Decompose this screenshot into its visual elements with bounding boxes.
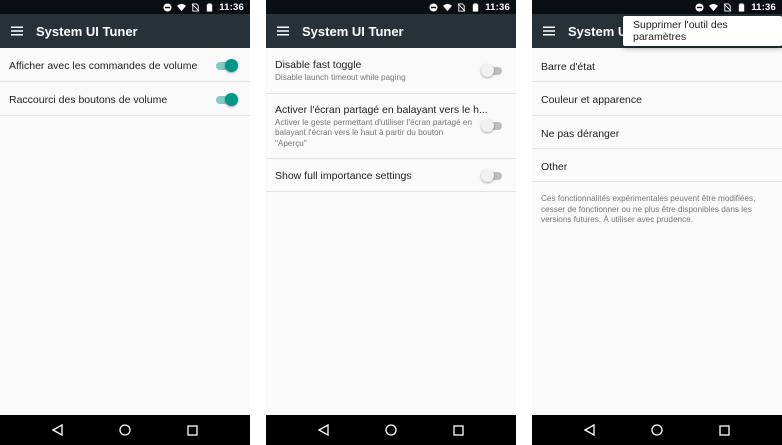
setting-summary: Disable launch timeout while paging — [275, 73, 406, 82]
importance-switch[interactable] — [481, 169, 504, 182]
recents-button[interactable] — [717, 423, 731, 437]
split-screen-switch[interactable] — [481, 119, 504, 132]
hamburger-menu-icon — [11, 26, 23, 36]
no-sim-icon — [457, 2, 466, 12]
settings-list: Afficher avec les commandes de volume Ra… — [0, 48, 250, 415]
battery-icon — [473, 2, 479, 12]
category-color-appearance[interactable]: Couleur et apparence — [532, 82, 782, 116]
back-button[interactable] — [317, 423, 331, 437]
back-button[interactable] — [51, 423, 65, 437]
volume-shortcut-toggle[interactable] — [216, 93, 238, 106]
home-icon — [119, 424, 131, 436]
tuner-categories-list: Barre d'état Couleur et apparence Ne pas… — [532, 48, 782, 415]
wifi-icon — [443, 3, 453, 11]
toolbar-title: System UI Tuner — [36, 23, 138, 39]
category-other[interactable]: Other — [532, 149, 782, 182]
app-toolbar: System UI Tuner — [266, 14, 516, 48]
setting-row-fast-toggle[interactable]: Disable fast toggle Disable launch timeo… — [266, 48, 516, 94]
recents-button[interactable] — [185, 423, 199, 437]
battery-icon — [739, 2, 745, 12]
recents-button[interactable] — [451, 423, 465, 437]
recents-icon — [453, 424, 464, 436]
experimental-warning: Ces fonctionnalités expérimentales peuve… — [541, 194, 756, 225]
setting-label: Raccourci des boutons de volume — [9, 94, 168, 106]
wifi-icon — [177, 3, 187, 11]
setting-label: Activer l'écran partagé en balayant vers… — [275, 104, 488, 116]
home-button[interactable] — [384, 423, 398, 437]
category-status-bar[interactable]: Barre d'état — [532, 48, 782, 82]
recents-icon — [187, 424, 198, 436]
navigation-bar — [0, 415, 250, 445]
dnd-icon — [163, 2, 172, 12]
category-label: Ne pas déranger — [541, 128, 620, 140]
wifi-icon — [709, 3, 719, 11]
category-do-not-disturb[interactable]: Ne pas déranger — [532, 116, 782, 149]
status-bar: 11:36 — [0, 0, 250, 14]
volume-controls-toggle[interactable] — [216, 59, 238, 72]
phone-screen-3: 11:36 System UI Tuner Barre d'état Coule… — [532, 0, 782, 445]
toolbar-title: System UI Tuner — [302, 23, 404, 39]
home-button[interactable] — [650, 423, 664, 437]
status-time: 11:36 — [751, 1, 776, 13]
status-bar: 11:36 — [532, 0, 782, 14]
status-time: 11:36 — [485, 1, 510, 13]
battery-icon — [207, 2, 213, 12]
category-label: Other — [541, 161, 568, 173]
hamburger-menu-button[interactable] — [0, 14, 34, 48]
phone-screen-1: 11:36 System UI Tuner Afficher avec les … — [0, 0, 250, 445]
dnd-icon — [429, 2, 438, 12]
hamburger-menu-button[interactable] — [266, 14, 300, 48]
settings-list: Disable fast toggle Disable launch timeo… — [266, 48, 516, 415]
hamburger-menu-icon — [277, 26, 289, 36]
setting-row-volume-controls[interactable]: Afficher avec les commandes de volume — [0, 48, 250, 82]
hamburger-menu-icon — [543, 26, 555, 36]
fast-toggle-switch[interactable] — [481, 64, 504, 77]
back-button[interactable] — [583, 423, 597, 437]
category-label: Barre d'état — [541, 61, 595, 73]
dnd-icon — [695, 2, 704, 12]
hamburger-menu-button[interactable] — [532, 14, 566, 48]
setting-row-split-screen[interactable]: Activer l'écran partagé en balayant vers… — [266, 94, 516, 159]
status-time: 11:36 — [219, 1, 244, 13]
setting-label: Disable fast toggle — [275, 59, 362, 71]
no-sim-icon — [191, 2, 200, 12]
setting-row-importance[interactable]: Show full importance settings — [266, 159, 516, 192]
setting-summary: Activer le geste permettant d'utiliser l… — [275, 118, 472, 148]
home-icon — [651, 424, 663, 436]
navigation-bar — [532, 415, 782, 445]
setting-label: Show full importance settings — [275, 170, 412, 182]
setting-row-volume-shortcut[interactable]: Raccourci des boutons de volume — [0, 82, 250, 116]
setting-label: Afficher avec les commandes de volume — [9, 60, 198, 72]
status-bar: 11:36 — [266, 0, 516, 14]
no-sim-icon — [723, 2, 732, 12]
home-button[interactable] — [118, 423, 132, 437]
app-toolbar: System UI Tuner — [0, 14, 250, 48]
home-icon — [385, 424, 397, 436]
navigation-bar — [266, 415, 516, 445]
category-label: Couleur et apparence — [541, 94, 642, 106]
recents-icon — [719, 424, 730, 436]
phone-screen-2: 11:36 System UI Tuner Disable fast toggl… — [266, 0, 516, 445]
back-icon — [584, 424, 595, 436]
back-icon — [318, 424, 329, 436]
back-icon — [52, 424, 63, 436]
screenshot-collage: 11:36 System UI Tuner Afficher avec les … — [0, 0, 782, 445]
remove-from-settings-menu-item[interactable]: Supprimer l'outil des paramètres — [623, 16, 782, 46]
